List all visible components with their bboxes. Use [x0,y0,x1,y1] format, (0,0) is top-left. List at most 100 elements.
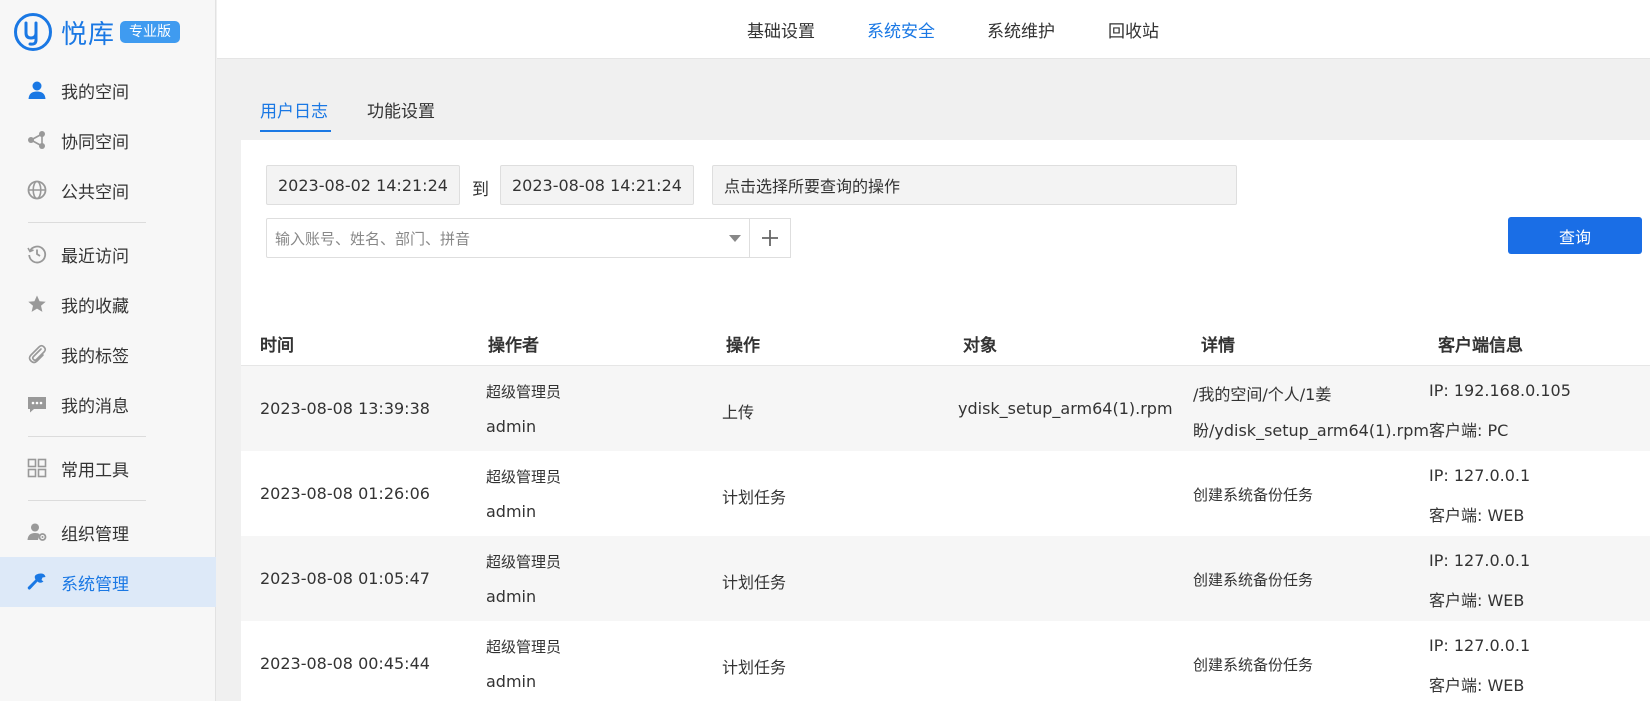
row-operator-name: 超级管理员 [486,383,562,401]
row-operation: 上传 [722,403,755,422]
sidebar-item-system-management[interactable]: 系统管理 [0,557,216,607]
sidebar-item-label: 常用工具 [61,460,129,481]
grid-icon [26,457,48,479]
row-client-type: 客户端: PC [1429,421,1509,440]
start-time-field[interactable]: 2023-08-02 14:21:24 [266,165,460,205]
app-name: 悦库 [61,19,116,50]
sidebar-item-my-space[interactable]: 我的空间 [0,65,216,115]
sidebar-item-label: 协同空间 [61,132,129,153]
history-clock-icon [26,243,48,265]
table-row[interactable]: 2023-08-08 13:39:38 超级管理员 admin 上传 ydisk… [241,366,1650,451]
row-detail: 创建系统备份任务 [1193,486,1314,504]
subtab-user-log[interactable]: 用户日志 [260,97,328,122]
sidebar-item-org-management[interactable]: 组织管理 [0,507,216,557]
row-client-ip: IP: 192.168.0.105 [1429,381,1571,400]
user-search-placeholder: 输入账号、姓名、部门、拼音 [275,229,471,248]
row-client-ip: IP: 127.0.0.1 [1429,636,1531,655]
active-subtab-indicator [260,130,331,132]
column-header-detail[interactable]: 详情 [1201,331,1235,356]
row-operator-name: 超级管理员 [486,468,562,486]
sidebar-item-favorites[interactable]: 我的收藏 [0,279,216,329]
row-operator-account: admin [486,417,537,436]
sidebar-item-tags[interactable]: 我的标签 [0,329,216,379]
operation-select[interactable]: 点击选择所要查询的操作 [712,165,1237,205]
tab-system-maintenance[interactable]: 系统维护 [987,17,1055,42]
date-range-separator: 到 [472,180,489,200]
table-row[interactable]: 2023-08-08 00:45:44 超级管理员 admin 计划任务 创建系… [241,621,1650,701]
row-time: 2023-08-08 00:45:44 [260,654,430,673]
sidebar-item-public-space[interactable]: 公共空间 [0,165,216,215]
operation-select-placeholder: 点击选择所要查询的操作 [724,177,901,196]
sidebar-divider [28,500,146,501]
row-client-type: 客户端: WEB [1429,506,1525,525]
sidebar-divider [28,222,146,223]
sidebar-item-label: 公共空间 [61,182,129,203]
row-operation: 计划任务 [722,658,787,677]
start-time-value: 2023-08-02 14:21:24 [278,175,448,195]
row-operator-account: admin [486,502,537,521]
tab-system-security[interactable]: 系统安全 [867,17,935,42]
add-user-button[interactable] [749,218,791,258]
user-icon [26,79,48,101]
subtab-function-settings[interactable]: 功能设置 [367,97,435,122]
row-client-ip: IP: 127.0.0.1 [1429,466,1531,485]
row-object: ydisk_setup_arm64(1).rpm [958,399,1173,418]
column-header-client-info[interactable]: 客户端信息 [1438,331,1523,356]
sidebar-item-collab-space[interactable]: 协同空间 [0,115,216,165]
wrench-icon [26,571,48,593]
row-time: 2023-08-08 13:39:38 [260,399,430,418]
row-operator-name: 超级管理员 [486,553,562,571]
sidebar-item-messages[interactable]: 我的消息 [0,379,216,429]
sidebar-item-label: 我的空间 [61,82,129,103]
sidebar-item-label: 系统管理 [61,574,129,595]
sidebar-item-label: 最近访问 [61,246,129,267]
row-operator-account: admin [486,587,537,606]
column-header-operation[interactable]: 操作 [726,331,760,356]
sidebar-item-tools[interactable]: 常用工具 [0,443,216,493]
sidebar-divider [28,436,146,437]
column-header-time[interactable]: 时间 [260,331,294,356]
table-row[interactable]: 2023-08-08 01:05:47 超级管理员 admin 计划任务 创建系… [241,536,1650,621]
user-search-input[interactable]: 输入账号、姓名、部门、拼音 [266,218,750,258]
end-time-field[interactable]: 2023-08-08 14:21:24 [500,165,694,205]
globe-icon [26,179,48,201]
user-gear-icon [26,521,48,543]
query-button[interactable]: 查询 [1508,217,1642,254]
sidebar-item-label: 我的标签 [61,346,129,367]
column-header-object[interactable]: 对象 [963,331,997,356]
top-navigation: 基础设置 系统安全 系统维护 回收站 [217,0,1650,59]
log-table-header: 时间 操作者 操作 对象 详情 客户端信息 [241,316,1650,366]
sidebar-item-label: 我的收藏 [61,296,129,317]
row-operation: 计划任务 [722,488,787,507]
column-header-operator[interactable]: 操作者 [488,331,539,356]
row-client-type: 客户端: WEB [1429,591,1525,610]
row-client-type: 客户端: WEB [1429,676,1525,695]
sidebar: 悦库 专业版 我的空间 协同空间 公共空间 最近访问 我的收藏 我的标签 我的消… [0,0,216,701]
row-client-ip: IP: 127.0.0.1 [1429,551,1531,570]
star-icon [26,293,48,315]
tab-basic-settings[interactable]: 基础设置 [747,17,815,42]
row-operator-account: admin [486,672,537,691]
share-network-icon [26,129,48,151]
row-detail: /我的空间/个人/1姜 [1193,385,1332,404]
row-detail: 创建系统备份任务 [1193,571,1314,589]
row-detail-continued: 盼/ydisk_setup_arm64(1).rpm [1193,421,1429,440]
app-logo[interactable]: 悦库 专业版 [13,10,181,54]
chevron-down-icon[interactable] [729,235,741,242]
edition-badge: 专业版 [120,21,181,43]
sidebar-item-label: 组织管理 [61,524,129,545]
paperclip-icon [26,343,48,365]
tab-recycle-bin[interactable]: 回收站 [1108,17,1159,42]
message-icon [26,393,48,415]
row-detail: 创建系统备份任务 [1193,656,1314,674]
end-time-value: 2023-08-08 14:21:24 [512,175,682,195]
table-row[interactable]: 2023-08-08 01:26:06 超级管理员 admin 计划任务 创建系… [241,451,1650,536]
row-time: 2023-08-08 01:05:47 [260,569,430,588]
sidebar-item-recent[interactable]: 最近访问 [0,229,216,279]
row-operator-name: 超级管理员 [486,638,562,656]
row-time: 2023-08-08 01:26:06 [260,484,430,503]
row-operation: 计划任务 [722,573,787,592]
logo-mark-icon [14,13,52,51]
plus-icon [762,230,778,246]
query-button-label: 查询 [1558,227,1591,247]
